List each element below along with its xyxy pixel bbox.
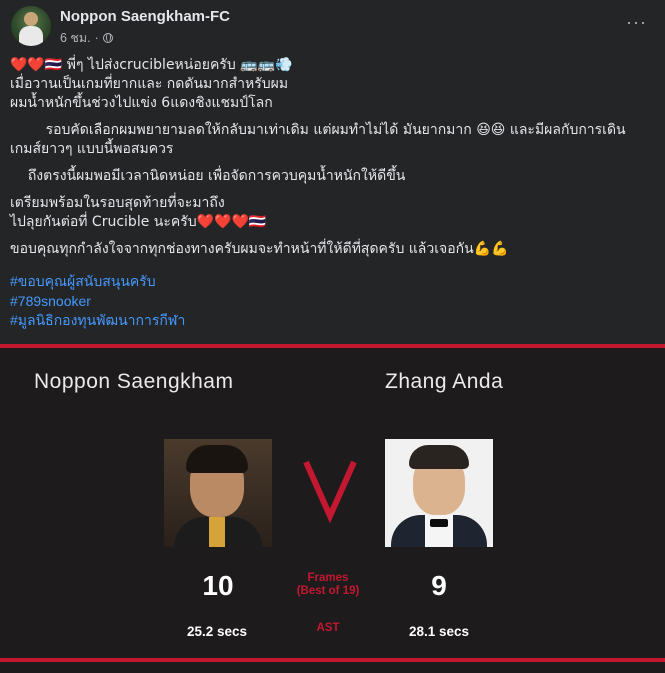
hashtag-link[interactable]: #มูลนิธิกองทุนพัฒนาการกีฬา bbox=[10, 311, 185, 331]
post-header: Noppon Saengkham-FC 6 ชม. · ··· bbox=[0, 0, 665, 50]
versus-mark bbox=[303, 460, 357, 524]
player1-ast: 25.2 secs bbox=[186, 624, 248, 639]
player2-name: Zhang Anda bbox=[385, 370, 504, 393]
post-author[interactable]: Noppon Saengkham-FC bbox=[60, 8, 230, 25]
post-line: ถึงตรงนี้ผมพอมีเวลานิดหน่อย เพื่อจัดการค… bbox=[10, 168, 406, 184]
avatar[interactable] bbox=[11, 6, 51, 46]
post-line: เมื่อวานเป็นเกมที่ยากและ กดดันมากสำหรับผ… bbox=[10, 76, 289, 92]
post-line: ผมน้ำหนักขึ้นช่วงไปแข่ง 6แดงชิงแชมป์โลก bbox=[10, 95, 273, 111]
player2-ast: 28.1 secs bbox=[408, 624, 470, 639]
post-line: เกมส์ยาวๆ แบบนี้พอสมควร bbox=[10, 141, 178, 157]
post-line: เตรียมพร้อมในรอบสุดท้ายที่จะมาถึง bbox=[10, 195, 225, 211]
frames-label: Frames (Best of 19) bbox=[278, 572, 378, 598]
frames-text: Frames bbox=[307, 572, 349, 584]
post-line: รอบคัดเลือกผมพยายามลดให้กลับมาเท่าเดิม แ… bbox=[10, 122, 626, 138]
post-line: ❤️❤️🇹🇭 พี่ๆ ไปส่งcrucibleหน่อยครับ 🚌🚌💨 bbox=[10, 57, 293, 73]
player1-score: 10 bbox=[202, 570, 234, 601]
post-meta: 6 ชม. · bbox=[60, 28, 113, 48]
card-bottom-bar bbox=[0, 658, 665, 662]
hashtag-list: #ขอบคุณผู้สนับสนุนครับ #789snooker #มูลน… bbox=[10, 272, 185, 331]
post-line: ขอบคุณทุกกำลังใจจากทุกช่องทางครับผมจะทำห… bbox=[10, 241, 509, 257]
player2-photo bbox=[385, 439, 493, 547]
post-time[interactable]: 6 ชม. bbox=[60, 28, 91, 48]
post-text: ❤️❤️🇹🇭 พี่ๆ ไปส่งcrucibleหน่อยครับ 🚌🚌💨 เ… bbox=[10, 56, 660, 259]
globe-icon[interactable] bbox=[102, 33, 113, 43]
match-result-card[interactable]: Noppon Saengkham Zhang Anda 10 Frames (B… bbox=[0, 344, 665, 673]
post-line: ไปลุยกันต่อที่ Crucible นะครับ❤️❤️❤️🇹🇭 bbox=[10, 214, 267, 230]
hashtag-link[interactable]: #789snooker bbox=[10, 292, 185, 312]
best-of-text: (Best of 19) bbox=[296, 585, 360, 597]
more-options-button[interactable]: ··· bbox=[626, 12, 647, 33]
player1-name: Noppon Saengkham bbox=[34, 370, 234, 393]
hashtag-link[interactable]: #ขอบคุณผู้สนับสนุนครับ bbox=[10, 272, 185, 292]
ast-label: AST bbox=[316, 622, 340, 634]
player2-score: 9 bbox=[431, 570, 447, 601]
player1-photo bbox=[164, 439, 272, 547]
card-top-bar bbox=[0, 344, 665, 348]
